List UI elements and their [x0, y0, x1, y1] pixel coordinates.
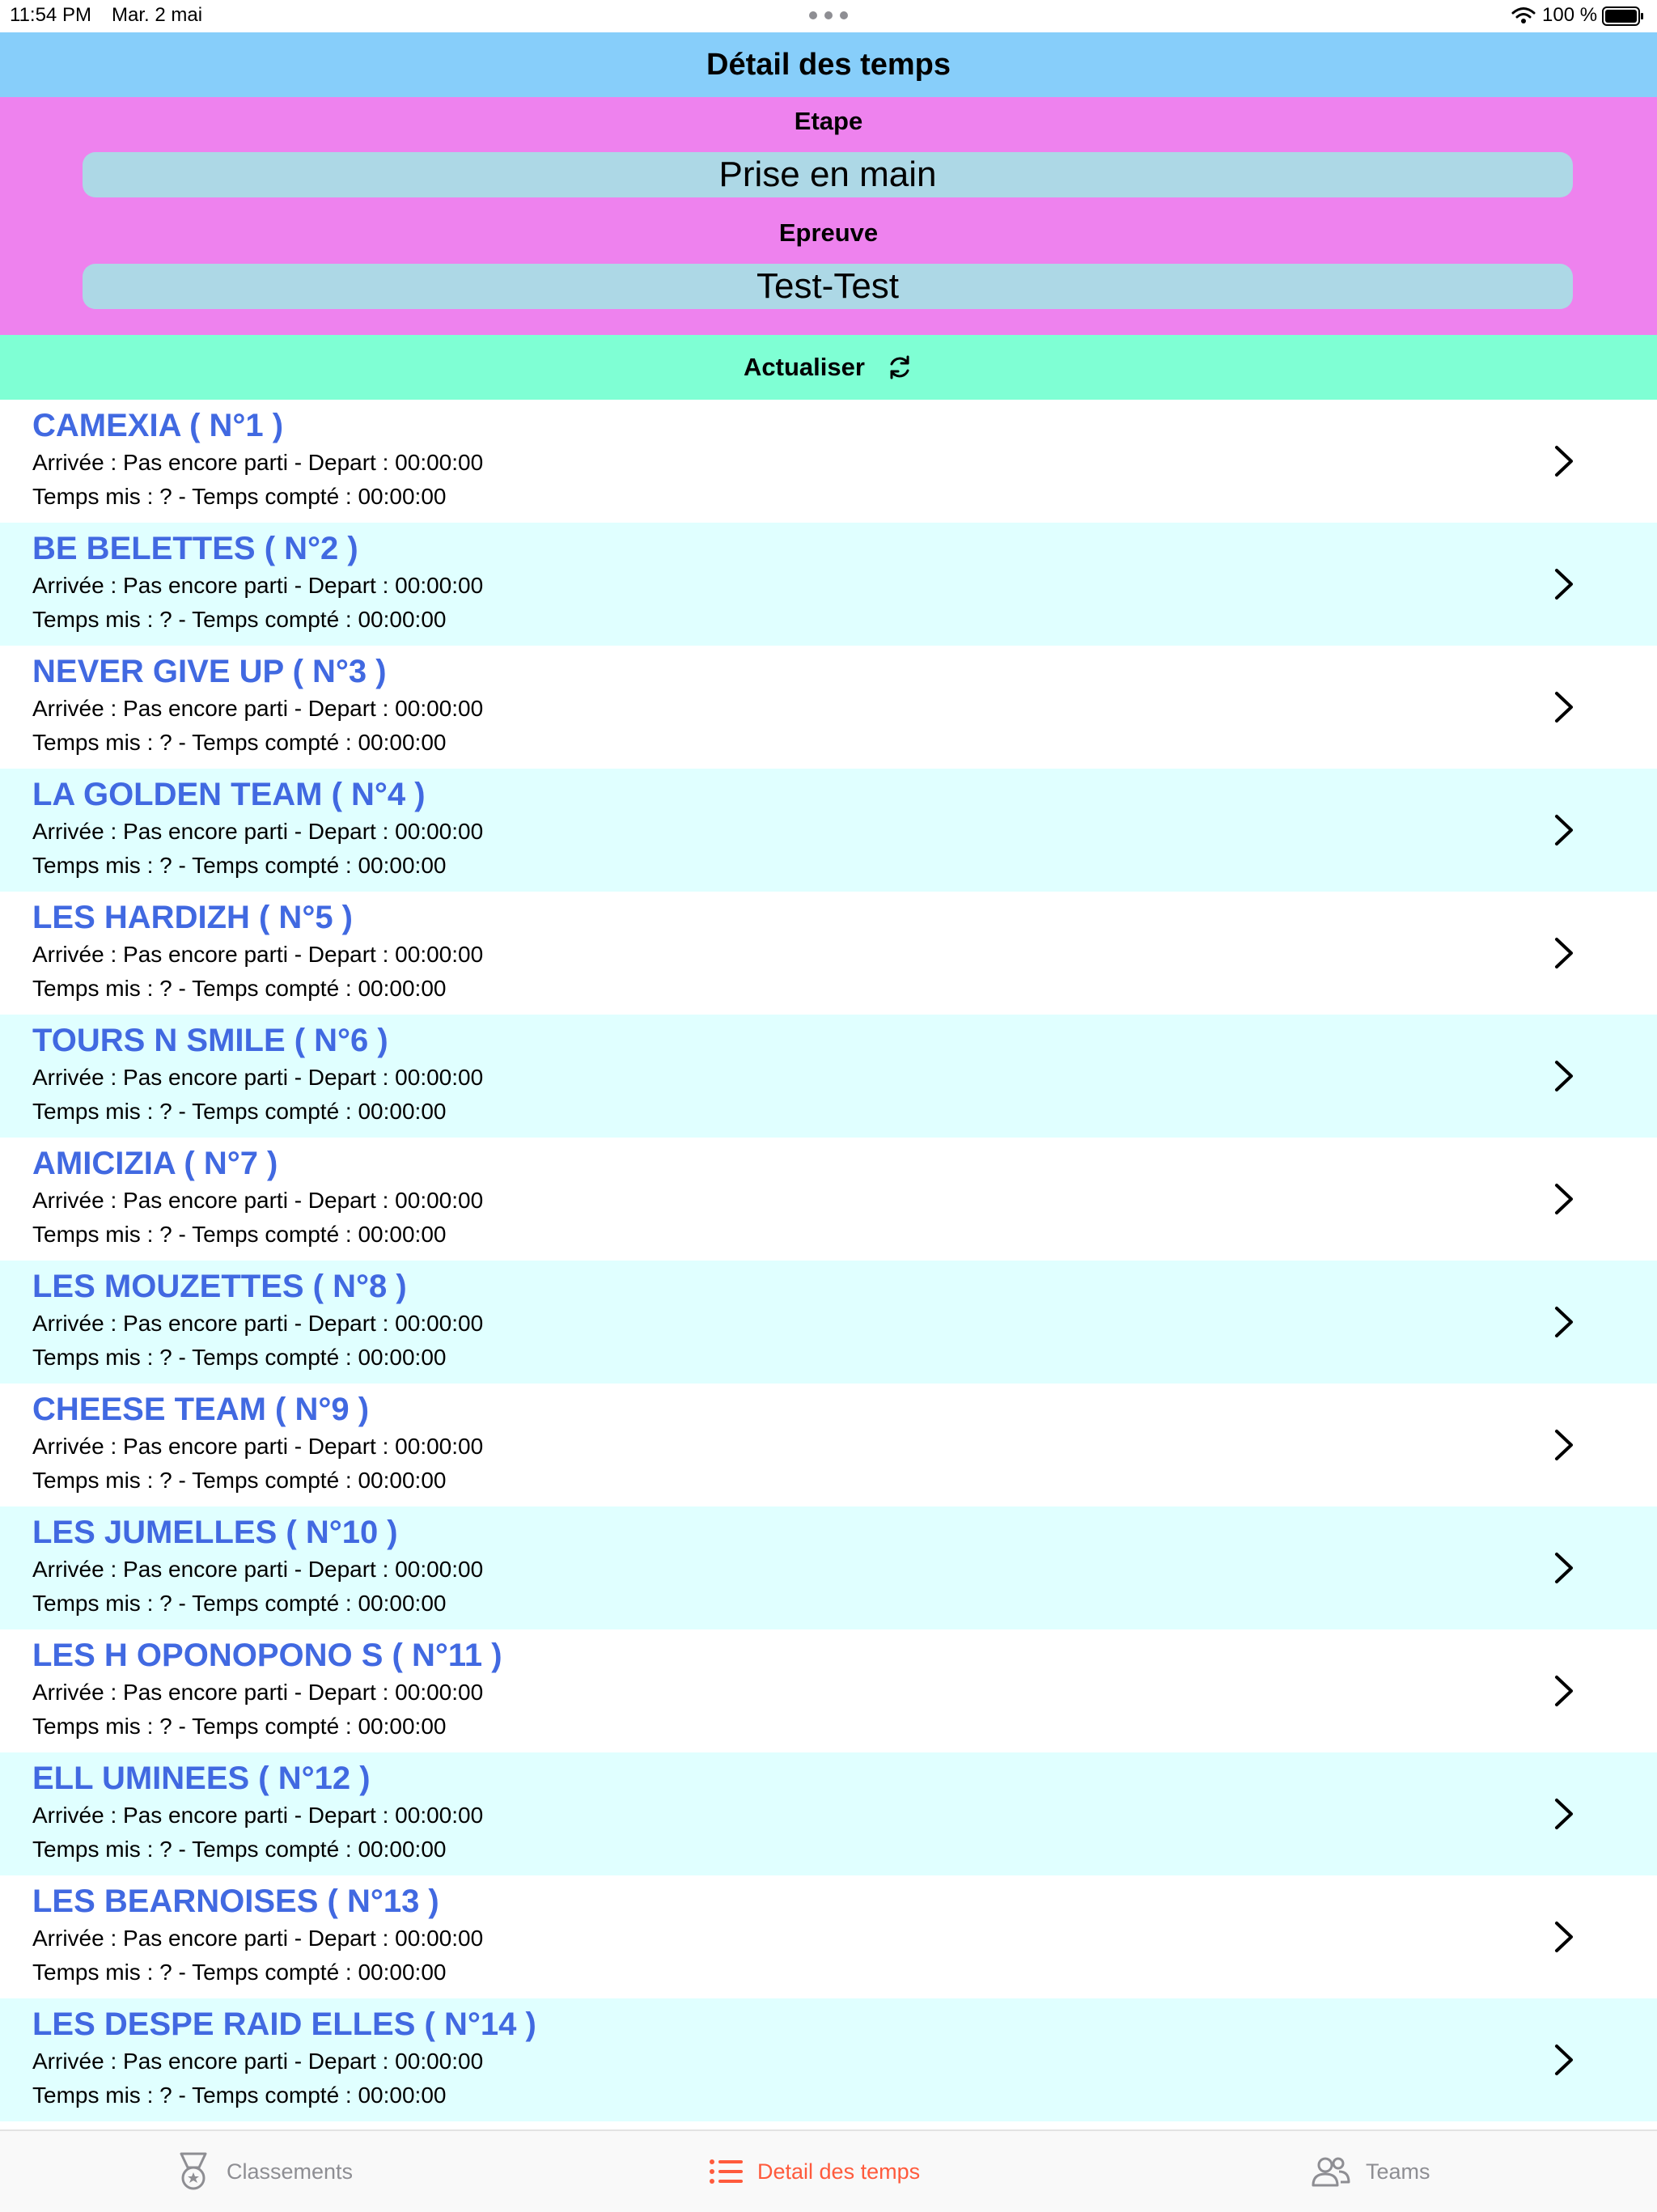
nav-header: Détail des temps — [0, 32, 1657, 97]
team-row[interactable]: NEVER GIVE UP ( N°3 ) Arrivée : Pas enco… — [0, 646, 1657, 769]
tab-classements[interactable]: Classements — [175, 2131, 353, 2212]
chevron-right-icon — [1555, 1307, 1573, 1337]
team-name: LES JUMELLES ( N°10 ) — [32, 1515, 398, 1550]
team-name: LES H OPONOPONO S ( N°11 ) — [32, 1638, 502, 1673]
tab-teams-label: Teams — [1366, 2159, 1430, 2184]
battery-icon — [1602, 6, 1643, 26]
team-times: Temps mis : ? - Temps compté : 00:00:00 — [32, 1714, 447, 1739]
team-times: Temps mis : ? - Temps compté : 00:00:00 — [32, 1591, 447, 1616]
team-name: AMICIZIA ( N°7 ) — [32, 1146, 278, 1181]
team-name: LES BEARNOISES ( N°13 ) — [32, 1884, 439, 1919]
chevron-right-icon — [1555, 815, 1573, 845]
team-name: LES MOUZETTES ( N°8 ) — [32, 1269, 407, 1304]
chevron-right-icon — [1555, 446, 1573, 477]
team-name: BE BELETTES ( N°2 ) — [32, 531, 358, 566]
team-arrival-depart: Arrivée : Pas encore parti - Depart : 00… — [32, 1065, 484, 1090]
team-times: Temps mis : ? - Temps compté : 00:00:00 — [32, 1960, 447, 1985]
team-name: LES HARDIZH ( N°5 ) — [32, 900, 353, 935]
team-name: CHEESE TEAM ( N°9 ) — [32, 1392, 370, 1427]
team-row[interactable]: LES BEARNOISES ( N°13 ) Arrivée : Pas en… — [0, 1875, 1657, 1998]
chevron-right-icon — [1555, 1184, 1573, 1214]
refresh-icon — [890, 355, 909, 379]
chevron-right-icon — [1555, 569, 1573, 600]
list-icon — [710, 2159, 743, 2184]
chevron-right-icon — [1555, 1430, 1573, 1460]
team-row[interactable]: CAMEXIA ( N°1 ) Arrivée : Pas encore par… — [0, 400, 1657, 523]
team-row[interactable]: ELL UMINEES ( N°12 ) Arrivée : Pas encor… — [0, 1752, 1657, 1875]
team-times: Temps mis : ? - Temps compté : 00:00:00 — [32, 1222, 447, 1247]
team-name: NEVER GIVE UP ( N°3 ) — [32, 654, 387, 689]
chevron-right-icon — [1555, 2045, 1573, 2075]
chevron-right-icon — [1555, 692, 1573, 723]
team-times: Temps mis : ? - Temps compté : 00:00:00 — [32, 607, 447, 632]
etape-label: Etape — [794, 107, 863, 135]
team-arrival-depart: Arrivée : Pas encore parti - Depart : 00… — [32, 696, 484, 721]
refresh-label: Actualiser — [744, 353, 865, 381]
team-list[interactable]: CAMEXIA ( N°1 ) Arrivée : Pas encore par… — [0, 400, 1657, 2121]
tab-teams[interactable]: Teams — [1311, 2131, 1430, 2212]
team-name: ELL UMINEES ( N°12 ) — [32, 1761, 371, 1796]
team-times: Temps mis : ? - Temps compté : 00:00:00 — [32, 730, 447, 755]
team-name: TOURS N SMILE ( N°6 ) — [32, 1023, 388, 1058]
chevron-right-icon — [1555, 1553, 1573, 1583]
chevron-right-icon — [1555, 1922, 1573, 1952]
team-name: LA GOLDEN TEAM ( N°4 ) — [32, 777, 426, 812]
refresh-button[interactable]: Actualiser — [0, 335, 1657, 400]
filters-panel: Etape Prise en main Epreuve Test-Test — [0, 97, 1657, 335]
team-arrival-depart: Arrivée : Pas encore parti - Depart : 00… — [32, 1311, 484, 1336]
team-times: Temps mis : ? - Temps compté : 00:00:00 — [32, 976, 447, 1001]
team-row[interactable]: LES HARDIZH ( N°5 ) Arrivée : Pas encore… — [0, 892, 1657, 1015]
epreuve-picker[interactable]: Test-Test — [83, 264, 1573, 309]
team-times: Temps mis : ? - Temps compté : 00:00:00 — [32, 484, 447, 509]
wifi-icon — [1511, 7, 1536, 23]
status-time: 11:54 PM — [10, 4, 91, 26]
team-row[interactable]: TOURS N SMILE ( N°6 ) Arrivée : Pas enco… — [0, 1015, 1657, 1138]
team-row[interactable]: CHEESE TEAM ( N°9 ) Arrivée : Pas encore… — [0, 1384, 1657, 1506]
team-arrival-depart: Arrivée : Pas encore parti - Depart : 00… — [32, 450, 484, 475]
team-times: Temps mis : ? - Temps compté : 00:00:00 — [32, 1468, 447, 1493]
team-times: Temps mis : ? - Temps compté : 00:00:00 — [32, 1345, 447, 1370]
battery-percent: 100 % — [1542, 4, 1598, 26]
users-icon — [1312, 2157, 1350, 2187]
team-times: Temps mis : ? - Temps compté : 00:00:00 — [32, 853, 447, 878]
status-bar: 11:54 PM Mar. 2 mai 100 % — [0, 0, 1657, 32]
team-name: CAMEXIA ( N°1 ) — [32, 408, 284, 443]
team-row[interactable]: LES JUMELLES ( N°10 ) Arrivée : Pas enco… — [0, 1506, 1657, 1629]
status-date: Mar. 2 mai — [112, 4, 203, 26]
team-row[interactable]: AMICIZIA ( N°7 ) Arrivée : Pas encore pa… — [0, 1138, 1657, 1261]
medal-icon — [180, 2152, 207, 2190]
team-arrival-depart: Arrivée : Pas encore parti - Depart : 00… — [32, 942, 484, 967]
epreuve-label: Epreuve — [778, 218, 879, 247]
team-times: Temps mis : ? - Temps compté : 00:00:00 — [32, 2083, 447, 2108]
team-row[interactable]: LES DESPE RAID ELLES ( N°14 ) Arrivée : … — [0, 1998, 1657, 2121]
multitasking-dots-icon[interactable] — [809, 3, 848, 28]
team-times: Temps mis : ? - Temps compté : 00:00:00 — [32, 1099, 447, 1124]
team-row[interactable]: BE BELETTES ( N°2 ) Arrivée : Pas encore… — [0, 523, 1657, 646]
tab-detail-label: Detail des temps — [757, 2159, 921, 2184]
team-row[interactable]: LES H OPONOPONO S ( N°11 ) Arrivée : Pas… — [0, 1629, 1657, 1752]
team-arrival-depart: Arrivée : Pas encore parti - Depart : 00… — [32, 2049, 484, 2074]
chevron-right-icon — [1555, 938, 1573, 968]
page-title: Détail des temps — [706, 47, 951, 82]
team-times: Temps mis : ? - Temps compté : 00:00:00 — [32, 1837, 447, 1862]
chevron-right-icon — [1555, 1799, 1573, 1829]
team-name: LES DESPE RAID ELLES ( N°14 ) — [32, 2006, 536, 2042]
team-row[interactable]: LES MOUZETTES ( N°8 ) Arrivée : Pas enco… — [0, 1261, 1657, 1384]
team-arrival-depart: Arrivée : Pas encore parti - Depart : 00… — [32, 573, 484, 598]
team-arrival-depart: Arrivée : Pas encore parti - Depart : 00… — [32, 1557, 484, 1582]
team-arrival-depart: Arrivée : Pas encore parti - Depart : 00… — [32, 819, 484, 844]
team-arrival-depart: Arrivée : Pas encore parti - Depart : 00… — [32, 1434, 484, 1459]
team-arrival-depart: Arrivée : Pas encore parti - Depart : 00… — [32, 1680, 484, 1705]
team-arrival-depart: Arrivée : Pas encore parti - Depart : 00… — [32, 1188, 484, 1213]
team-row[interactable]: LA GOLDEN TEAM ( N°4 ) Arrivée : Pas enc… — [0, 769, 1657, 892]
etape-picker[interactable]: Prise en main — [83, 152, 1573, 197]
chevron-right-icon — [1555, 1061, 1573, 1091]
team-arrival-depart: Arrivée : Pas encore parti - Depart : 00… — [32, 1803, 484, 1828]
tab-classements-label: Classements — [227, 2159, 354, 2184]
tab-detail-des-temps[interactable]: Detail des temps — [709, 2131, 920, 2212]
team-arrival-depart: Arrivée : Pas encore parti - Depart : 00… — [32, 1926, 484, 1951]
tab-bar: Classements Detail des temps Teams — [0, 2129, 1657, 2212]
chevron-right-icon — [1555, 1676, 1573, 1706]
